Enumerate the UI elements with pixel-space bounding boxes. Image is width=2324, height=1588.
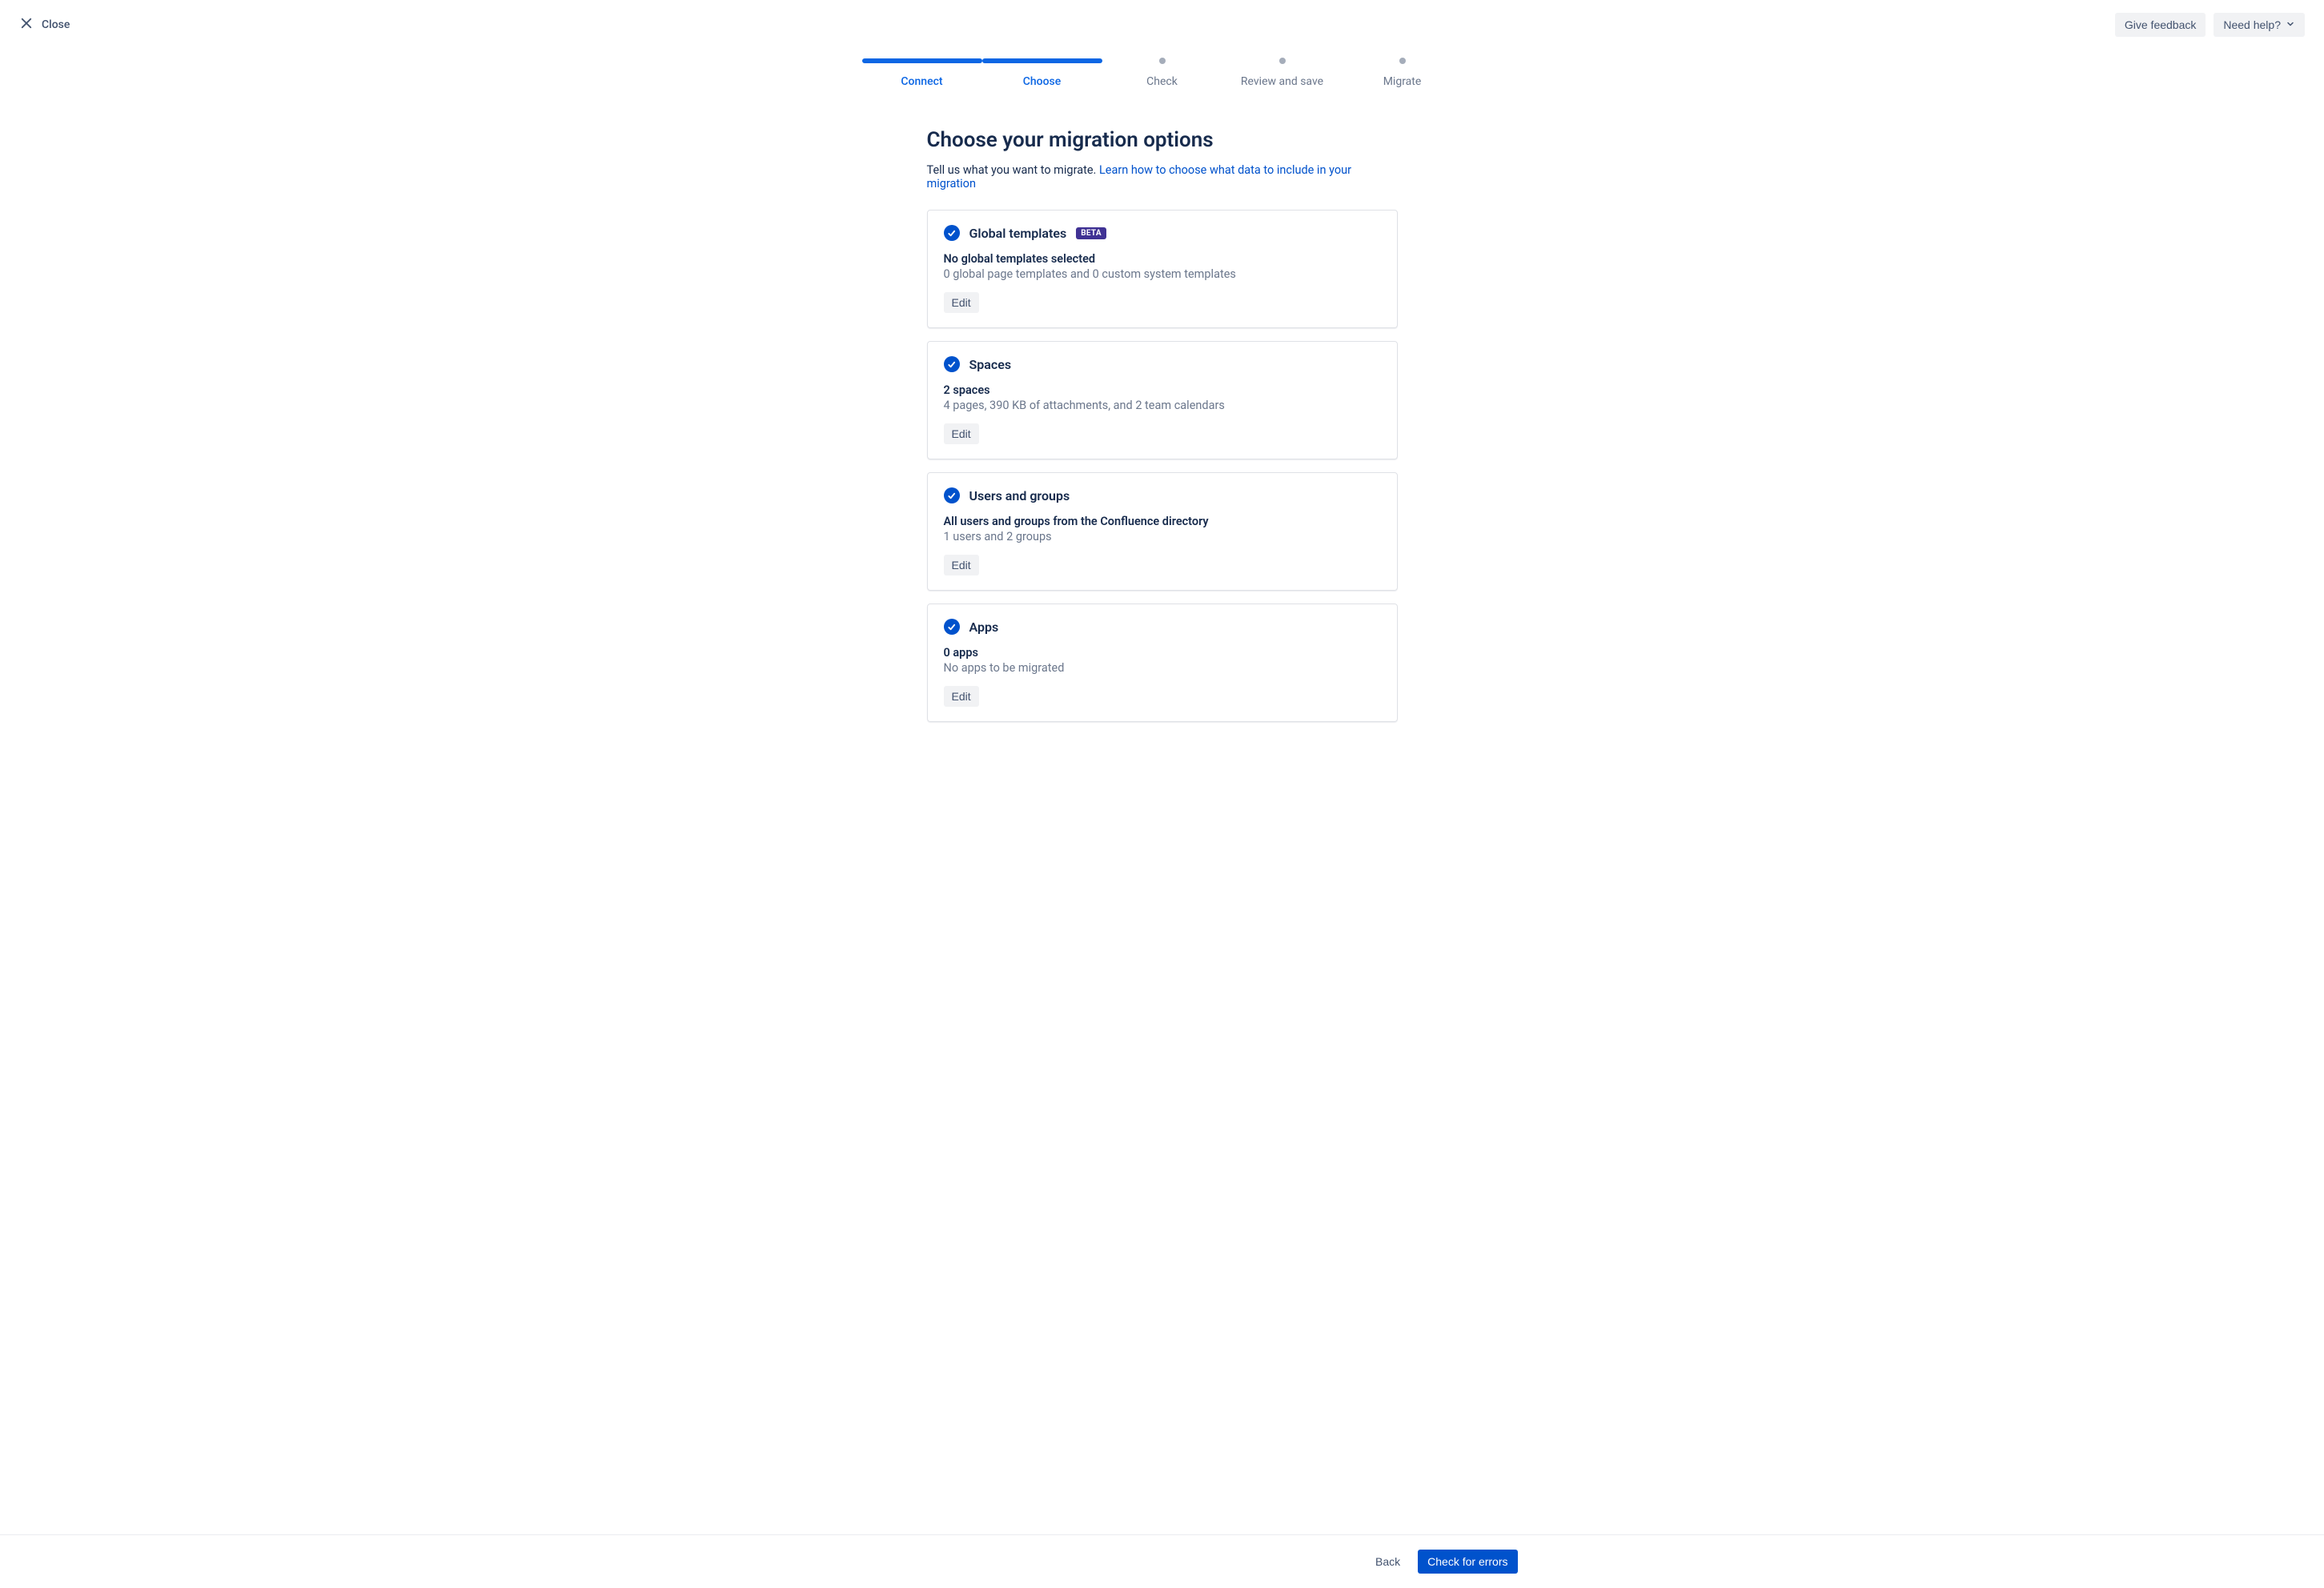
step-label: Migrate	[1383, 75, 1422, 88]
step-choose: Choose	[982, 58, 1102, 88]
close-icon	[19, 16, 34, 34]
chevron-down-icon	[2286, 18, 2295, 31]
edit-spaces-button[interactable]: Edit	[944, 423, 979, 444]
need-help-label: Need help?	[2223, 18, 2281, 31]
step-migrate: Migrate	[1343, 58, 1463, 88]
edit-users-groups-button[interactable]: Edit	[944, 555, 979, 575]
beta-badge: BETA	[1076, 227, 1106, 239]
step-label: Choose	[1023, 75, 1062, 88]
close-button[interactable]: Close	[19, 16, 70, 34]
page-title: Choose your migration options	[927, 128, 1398, 152]
top-right-buttons: Give feedback Need help?	[2115, 13, 2305, 37]
card-spaces: Spaces 2 spaces 4 pages, 390 KB of attac…	[927, 341, 1398, 459]
card-title: Apps	[969, 620, 999, 635]
card-summary-sub: 4 pages, 390 KB of attachments, and 2 te…	[944, 399, 1381, 412]
check-circle-icon	[944, 356, 960, 372]
card-title: Users and groups	[969, 488, 1070, 503]
card-summary-sub: 1 users and 2 groups	[944, 530, 1381, 543]
card-apps: Apps 0 apps No apps to be migrated Edit	[927, 604, 1398, 722]
back-button[interactable]: Back	[1366, 1550, 1410, 1574]
edit-global-templates-button[interactable]: Edit	[944, 292, 979, 313]
step-review: Review and save	[1222, 58, 1343, 88]
step-label: Check	[1146, 75, 1178, 88]
card-users-groups: Users and groups All users and groups fr…	[927, 472, 1398, 591]
card-summary-bold: All users and groups from the Confluence…	[944, 515, 1381, 528]
card-summary-bold: 0 apps	[944, 646, 1381, 660]
card-global-templates: Global templates BETA No global template…	[927, 210, 1398, 328]
step-connect: Connect	[862, 58, 982, 88]
card-summary-sub: 0 global page templates and 0 custom sys…	[944, 267, 1381, 281]
intro-text: Tell us what you want to migrate.	[927, 163, 1099, 177]
progress-stepper: Connect Choose Check Review and save Mig…	[0, 58, 2324, 88]
main-content: Choose your migration options Tell us wh…	[914, 128, 1411, 722]
give-feedback-button[interactable]: Give feedback	[2115, 13, 2206, 37]
top-bar: Close Give feedback Need help?	[0, 0, 2324, 50]
footer-bar: Back Check for errors	[0, 1534, 2324, 1588]
page-description: Tell us what you want to migrate. Learn …	[927, 163, 1398, 190]
check-circle-icon	[944, 225, 960, 241]
card-title: Spaces	[969, 357, 1012, 372]
close-label: Close	[42, 18, 70, 31]
check-circle-icon	[944, 619, 960, 635]
edit-apps-button[interactable]: Edit	[944, 686, 979, 707]
need-help-button[interactable]: Need help?	[2214, 13, 2305, 37]
card-summary-bold: 2 spaces	[944, 383, 1381, 397]
step-check: Check	[1102, 58, 1222, 88]
check-circle-icon	[944, 487, 960, 503]
card-title: Global templates	[969, 226, 1067, 241]
step-label: Connect	[901, 75, 942, 88]
card-summary-sub: No apps to be migrated	[944, 661, 1381, 675]
check-for-errors-button[interactable]: Check for errors	[1418, 1550, 1517, 1574]
step-label: Review and save	[1241, 75, 1323, 88]
card-summary-bold: No global templates selected	[944, 252, 1381, 266]
